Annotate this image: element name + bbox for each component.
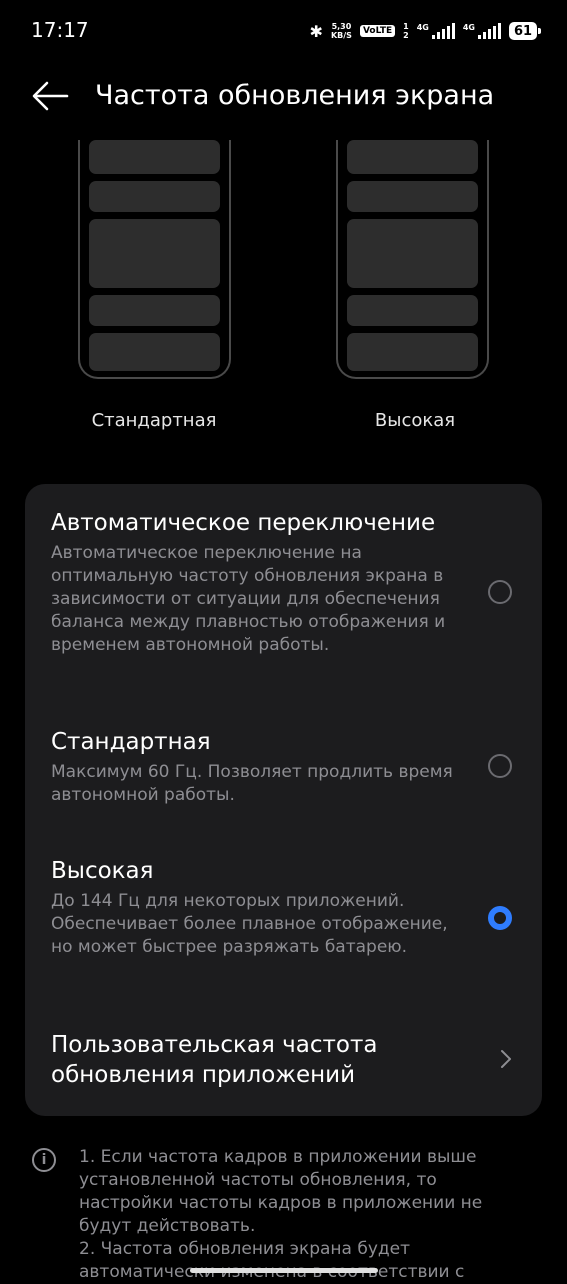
option-auto-switch[interactable]: Автоматическое переключение Автоматическ… [51, 508, 516, 708]
sim-index: 1 2 [403, 22, 409, 40]
status-icons: ✱ 5,30 KB/S VoLTE 1 2 4G 4G 61 [309, 18, 541, 44]
radio-button-auto[interactable] [488, 580, 512, 604]
custom-refresh-title: Пользовательская частота обновления прил… [51, 1032, 378, 1088]
option-title: Автоматическое переключение [51, 510, 436, 536]
network-type-2: 4G [462, 23, 475, 32]
sim1-index: 1 [403, 22, 409, 31]
signal-sim2: 4G [463, 23, 501, 39]
option-description: Максимум 60 Гц. Позволяет продлить время… [51, 762, 453, 805]
preview-standard[interactable] [78, 140, 231, 379]
option-description: Автоматическое переключение на оптимальн… [51, 543, 446, 655]
network-type-1: 4G [416, 23, 429, 32]
refresh-rate-options-card: Автоматическое переключение Автоматическ… [25, 484, 542, 1116]
signal-bars-icon [478, 23, 501, 39]
signal-sim1: 4G [417, 23, 455, 39]
network-speed: 5,30 KB/S [331, 22, 352, 40]
option-high[interactable]: Высокая До 144 Гц для некоторых приложен… [51, 856, 516, 976]
chevron-right-icon [501, 1050, 511, 1068]
bluetooth-icon: ✱ [309, 21, 323, 41]
sim2-index: 2 [403, 31, 409, 40]
status-bar: 17:17 ✱ 5,30 KB/S VoLTE 1 2 4G 4G 61 [0, 0, 567, 62]
battery-level: 61 [513, 23, 533, 39]
option-standard[interactable]: Стандартная Максимум 60 Гц. Позволяет пр… [51, 727, 516, 807]
back-button[interactable] [30, 79, 70, 113]
page-title: Частота обновления экрана [95, 80, 495, 111]
volte-badge: VoLTE [359, 25, 396, 37]
custom-app-refresh-rate-item[interactable]: Пользовательская частота обновления прил… [51, 1030, 516, 1096]
network-speed-value: 5,30 [331, 22, 352, 31]
radio-button-standard[interactable] [488, 754, 512, 778]
network-speed-unit: KB/S [330, 31, 352, 40]
preview-label-high: Высокая [374, 410, 456, 431]
status-time: 17:17 [31, 18, 89, 42]
arrow-left-icon [32, 81, 69, 111]
battery-icon: 61 [509, 22, 541, 40]
note-1: 1. Если частота кадров в приложении выше… [79, 1147, 483, 1236]
radio-button-high[interactable] [488, 906, 512, 930]
preview-high[interactable] [336, 140, 489, 379]
signal-bars-icon [431, 23, 455, 39]
option-description: До 144 Гц для некоторых приложений. Обес… [51, 891, 448, 957]
info-notes: 1. Если частота кадров в приложении выше… [79, 1146, 524, 1284]
info-icon: i [32, 1148, 56, 1172]
option-title: Высокая [51, 858, 154, 884]
home-indicator[interactable] [190, 1268, 378, 1273]
preview-label-standard: Стандартная [91, 410, 217, 431]
option-title: Стандартная [51, 729, 211, 755]
note-2: 2. Частота обновления экрана будет автом… [79, 1239, 465, 1282]
